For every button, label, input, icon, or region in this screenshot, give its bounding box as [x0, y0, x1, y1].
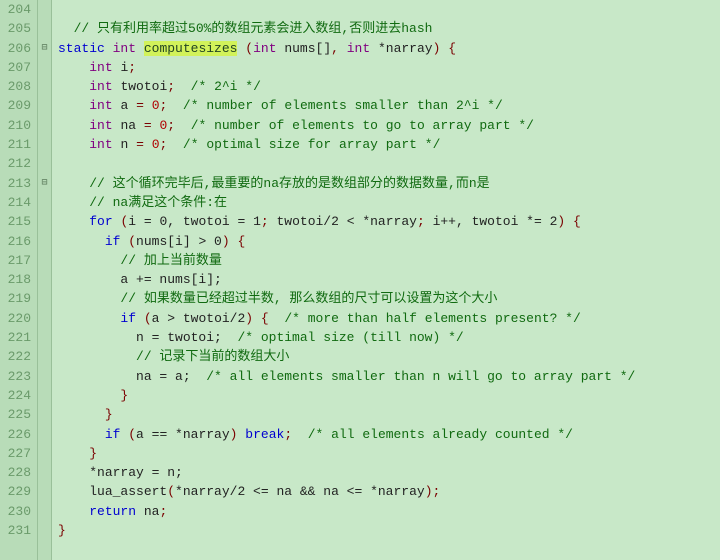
fold-column: ⊟⊟ [38, 0, 52, 560]
code-line[interactable]: // 这个循环完毕后,最重要的na存放的是数组部分的数据数量,而n是 [58, 174, 635, 193]
fold-cell [38, 154, 51, 173]
code-line[interactable]: // 只有利用率超过50%的数组元素会进入数组,否则进去hash [58, 19, 635, 38]
line-number: 224 [4, 386, 31, 405]
code-line[interactable]: int i; [58, 58, 635, 77]
line-number: 226 [4, 425, 31, 444]
line-number: 205 [4, 19, 31, 38]
fold-cell [38, 367, 51, 386]
code-line[interactable]: for (i = 0, twotoi = 1; twotoi/2 < *narr… [58, 212, 635, 231]
line-number: 208 [4, 77, 31, 96]
fold-cell [38, 135, 51, 154]
line-number: 207 [4, 58, 31, 77]
line-number: 211 [4, 135, 31, 154]
line-number: 214 [4, 193, 31, 212]
line-number: 225 [4, 405, 31, 424]
line-number: 229 [4, 482, 31, 501]
fold-cell [38, 309, 51, 328]
code-line[interactable] [58, 154, 635, 173]
line-number: 228 [4, 463, 31, 482]
code-line[interactable] [58, 0, 635, 19]
fold-cell [38, 482, 51, 501]
line-number: 223 [4, 367, 31, 386]
line-number: 204 [4, 0, 31, 19]
code-line[interactable]: int na = 0; /* number of elements to go … [58, 116, 635, 135]
line-number: 215 [4, 212, 31, 231]
fold-cell [38, 463, 51, 482]
line-number: 219 [4, 289, 31, 308]
fold-cell [38, 251, 51, 270]
fold-cell [38, 212, 51, 231]
fold-cell [38, 289, 51, 308]
line-number: 227 [4, 444, 31, 463]
fold-cell [38, 444, 51, 463]
code-line[interactable]: if (a > twotoi/2) { /* more than half el… [58, 309, 635, 328]
code-line[interactable]: *narray = n; [58, 463, 635, 482]
line-number: 222 [4, 347, 31, 366]
line-number: 220 [4, 309, 31, 328]
fold-cell [38, 521, 51, 540]
code-line[interactable]: // 记录下当前的数组大小 [58, 347, 635, 366]
code-line[interactable]: int a = 0; /* number of elements smaller… [58, 96, 635, 115]
fold-cell [38, 347, 51, 366]
code-line[interactable]: } [58, 444, 635, 463]
code-line[interactable]: lua_assert(*narray/2 <= na && na <= *nar… [58, 482, 635, 501]
code-line[interactable]: } [58, 521, 635, 540]
fold-cell [38, 0, 51, 19]
line-number: 218 [4, 270, 31, 289]
code-line[interactable]: na = a; /* all elements smaller than n w… [58, 367, 635, 386]
code-line[interactable]: return na; [58, 502, 635, 521]
fold-toggle-icon[interactable]: ⊟ [38, 174, 51, 193]
code-line[interactable]: // na满足这个条件:在 [58, 193, 635, 212]
line-number: 209 [4, 96, 31, 115]
fold-cell [38, 328, 51, 347]
line-number: 210 [4, 116, 31, 135]
code-line[interactable]: } [58, 405, 635, 424]
fold-cell [38, 386, 51, 405]
fold-toggle-icon[interactable]: ⊟ [38, 39, 51, 58]
code-line[interactable]: a += nums[i]; [58, 270, 635, 289]
line-number: 216 [4, 232, 31, 251]
line-number: 221 [4, 328, 31, 347]
fold-cell [38, 19, 51, 38]
line-number: 206 [4, 39, 31, 58]
line-number: 217 [4, 251, 31, 270]
code-line[interactable]: int twotoi; /* 2^i */ [58, 77, 635, 96]
fold-cell [38, 425, 51, 444]
fold-cell [38, 77, 51, 96]
line-number: 231 [4, 521, 31, 540]
code-line[interactable]: int n = 0; /* optimal size for array par… [58, 135, 635, 154]
line-number: 212 [4, 154, 31, 173]
code-line[interactable]: // 如果数量已经超过半数, 那么数组的尺寸可以设置为这个大小 [58, 289, 635, 308]
fold-cell [38, 502, 51, 521]
fold-cell [38, 58, 51, 77]
line-number-gutter: 2042052062072082092102112122132142152162… [0, 0, 38, 560]
code-area[interactable]: // 只有利用率超过50%的数组元素会进入数组,否则进去hashstatic i… [52, 0, 635, 560]
code-line[interactable]: if (nums[i] > 0) { [58, 232, 635, 251]
line-number: 230 [4, 502, 31, 521]
line-number: 213 [4, 174, 31, 193]
code-line[interactable]: if (a == *narray) break; /* all elements… [58, 425, 635, 444]
fold-cell [38, 193, 51, 212]
fold-cell [38, 405, 51, 424]
fold-cell [38, 116, 51, 135]
fold-cell [38, 96, 51, 115]
code-line[interactable]: // 加上当前数量 [58, 251, 635, 270]
code-line[interactable]: n = twotoi; /* optimal size (till now) *… [58, 328, 635, 347]
fold-cell [38, 232, 51, 251]
code-line[interactable]: static int computesizes (int nums[], int… [58, 39, 635, 58]
code-editor: 2042052062072082092102112122132142152162… [0, 0, 720, 560]
fold-cell [38, 270, 51, 289]
code-line[interactable]: } [58, 386, 635, 405]
